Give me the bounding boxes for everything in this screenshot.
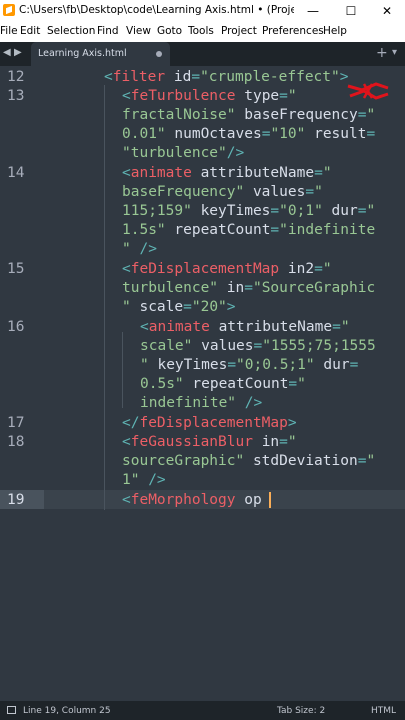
tab-bar: ◀ ▶ Learning Axis.html + ▾ [0,42,405,66]
line-number: 14 [7,165,25,181]
menu-selection[interactable]: Selection [47,25,95,37]
tab-size-selector[interactable]: Tab Size: 2 [277,706,325,716]
code-line-14-wrap: 115;159" keyTimes="0;1" dur=" [122,203,376,219]
text-cursor [269,492,271,508]
code-line-13: <feTurbulence type=" [122,88,297,104]
line-number: 13 [7,88,25,104]
new-tab-icon[interactable]: + [376,45,388,61]
indent-guide [104,85,105,510]
tab-nav-right-icon[interactable]: ▶ [14,47,22,58]
menu-find[interactable]: Find [97,25,119,37]
title-bar: C:\Users\fb\Desktop\code\Learning Axis.h… [0,0,405,22]
code-line-14-wrap: 1.5s" repeatCount="indefinite [122,222,376,238]
code-line-15-wrap: " scale="20"> [122,299,236,315]
line-number-active: 19 [7,492,25,508]
code-line-17: </feDisplacementMap> [122,415,297,431]
cursor-position: Line 19, Column 25 [23,706,111,716]
code-line-14: <animate attributeName=" [122,165,332,181]
code-line-16-wrap: scale" values="1555;75;1555 [140,338,376,354]
menu-help[interactable]: Help [323,25,347,37]
tab-learning-axis[interactable]: Learning Axis.html [31,42,170,66]
indent-guide [122,332,123,408]
unsaved-indicator-icon[interactable] [156,51,162,57]
code-line-16-wrap: " keyTimes="0;0.5;1" dur= [140,357,359,373]
line-number: 17 [7,415,25,431]
close-button[interactable]: ✕ [369,0,405,22]
line-number: 18 [7,434,25,450]
code-line-15: <feDisplacementMap in2=" [122,261,332,277]
maximize-button[interactable]: ☐ [333,0,369,22]
minimize-button[interactable]: — [295,0,331,22]
line-number: 15 [7,261,25,277]
sublime-text-icon [3,4,15,16]
window-title: C:\Users\fb\Desktop\code\Learning Axis.h… [19,4,294,16]
tab-label: Learning Axis.html [38,48,127,59]
menu-project[interactable]: Project [221,25,257,37]
code-line-16: <animate attributeName=" [140,319,350,335]
code-line-13-wrap: 0.01" numOctaves="10" result= [122,126,376,142]
code-editor[interactable]: 12 13 14 15 16 17 18 19 <filter id="crum… [0,66,405,701]
code-line-18: <feGaussianBlur in=" [122,434,297,450]
code-line-14-wrap: baseFrequency" values=" [122,184,323,200]
menu-file[interactable]: File [0,25,18,37]
menu-tools[interactable]: Tools [188,25,214,37]
code-line-19: <feMorphology op [122,492,262,508]
code-line-18-wrap: 1" /> [122,472,166,488]
code-line-15-wrap: turbulence" in="SourceGraphic [122,280,376,296]
code-line-18-wrap: sourceGraphic" stdDeviation=" [122,453,376,469]
status-bar: Line 19, Column 25 Tab Size: 2 HTML [0,701,405,720]
panel-toggle-icon[interactable] [7,706,16,714]
menu-edit[interactable]: Edit [20,25,40,37]
tab-overflow-icon[interactable]: ▾ [392,47,397,58]
code-line-16-wrap: indefinite" /> [140,395,263,411]
menu-preferences[interactable]: Preferences [262,25,324,37]
code-line-14-wrap: " /> [122,241,157,257]
menu-bar: File Edit Selection Find View Goto Tools… [0,22,405,43]
line-number: 16 [7,319,25,335]
tab-nav-left-icon[interactable]: ◀ [3,47,11,58]
code-line-16-wrap: 0.5s" repeatCount=" [140,376,306,392]
logo-mark-icon [347,82,389,100]
syntax-selector[interactable]: HTML [371,706,396,716]
code-line-13-wrap: fractalNoise" baseFrequency=" [122,107,376,123]
code-line-13-wrap: "turbulence"/> [122,145,245,161]
code-line-12: <filter id="crumple-effect"> [104,69,349,85]
menu-goto[interactable]: Goto [157,25,182,37]
line-number: 12 [7,69,25,85]
menu-view[interactable]: View [126,25,151,37]
